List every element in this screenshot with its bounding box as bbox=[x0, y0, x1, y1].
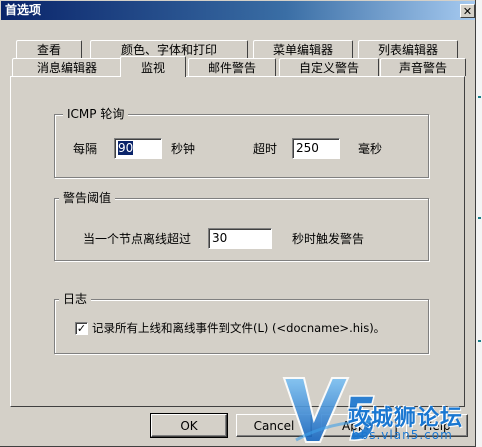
title-bar[interactable]: 首选项 ✕ bbox=[1, 1, 475, 20]
timeout-label: 超时 bbox=[253, 142, 278, 156]
log-events-checkbox[interactable]: ✓ bbox=[75, 322, 88, 335]
tab-message-editor[interactable]: 消息编辑器 bbox=[12, 58, 122, 76]
tab-list-editor[interactable]: 列表编辑器 bbox=[358, 40, 458, 58]
background-mark bbox=[478, 217, 481, 219]
tab-custom-alert[interactable]: 自定义警告 bbox=[279, 58, 379, 76]
background-mark bbox=[478, 96, 481, 98]
seconds-label: 秒钟 bbox=[171, 142, 196, 156]
timeout-input[interactable]: 250 bbox=[292, 138, 340, 159]
checkmark-icon: ✓ bbox=[76, 322, 87, 335]
ok-button[interactable]: OK bbox=[150, 413, 228, 438]
watermark-url: bbs.vlan5.com bbox=[352, 428, 453, 442]
log-events-label[interactable]: 记录所有上线和离线事件到文件(L) (<docname>.his)。 bbox=[92, 320, 385, 336]
alarm-threshold-legend: 警告阈值 bbox=[59, 191, 116, 205]
tab-menu-editor[interactable]: 菜单编辑器 bbox=[253, 40, 353, 58]
interval-label: 每隔 bbox=[73, 142, 98, 156]
close-button[interactable]: ✕ bbox=[460, 4, 475, 18]
dialog-title: 首选项 bbox=[5, 3, 42, 17]
milliseconds-label: 毫秒 bbox=[358, 142, 383, 156]
interval-input[interactable]: 90 bbox=[114, 138, 162, 159]
tab-sound-alert[interactable]: 声音警告 bbox=[380, 58, 466, 76]
tab-view[interactable]: 查看 bbox=[16, 40, 82, 58]
close-icon: ✕ bbox=[462, 4, 473, 18]
monitor-tab-page: ICMP 轮询 每隔 90 秒钟 超时 250 毫秒 警告阈值 当一个节点离线超… bbox=[10, 76, 465, 407]
offline-threshold-input[interactable]: 30 bbox=[208, 228, 272, 249]
log-legend: 日志 bbox=[59, 292, 92, 306]
icmp-polling-legend: ICMP 轮询 bbox=[63, 107, 129, 121]
tab-mail-alert[interactable]: 邮件警告 bbox=[188, 58, 276, 76]
tab-monitor[interactable]: 监视 bbox=[120, 56, 186, 77]
background-mark bbox=[478, 340, 481, 342]
offline-threshold-suffix: 秒时触发警告 bbox=[292, 232, 365, 246]
offline-threshold-label: 当一个节点离线超过 bbox=[83, 232, 192, 246]
